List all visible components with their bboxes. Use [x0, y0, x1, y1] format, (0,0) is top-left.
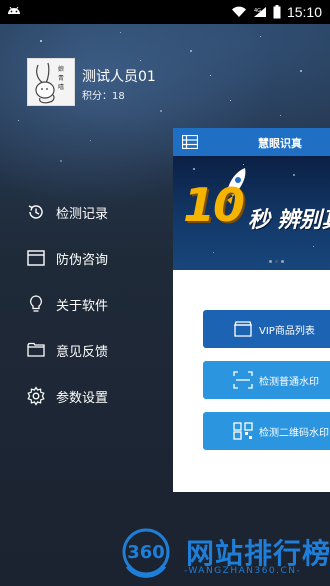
menu-item-label: 意见反馈 — [56, 344, 109, 360]
svg-text:4G: 4G — [254, 8, 261, 14]
menu-item-label: 检测记录 — [56, 206, 109, 222]
username: 测试人员01 — [82, 69, 156, 85]
lightbulb-icon — [30, 295, 42, 312]
points: 积分：18 — [82, 87, 125, 102]
signal-icon: 4G — [253, 7, 266, 17]
detect-qr-watermark-button[interactable]: 检测二维码水印 — [203, 412, 330, 450]
scan-icon — [233, 371, 253, 389]
gear-icon — [27, 386, 45, 406]
wifi-icon — [231, 6, 246, 18]
svg-text:娘: 娘 — [58, 65, 64, 73]
banner-number: 10 — [183, 178, 245, 232]
history-icon — [28, 205, 43, 219]
svg-text:嘻: 嘻 — [58, 83, 64, 91]
banner-text: 秒 辨别真 — [248, 208, 330, 233]
android-icon — [8, 6, 20, 14]
main-title: 慧眼识真 — [258, 137, 302, 150]
points-value: 18 — [112, 91, 125, 102]
detect-qr-watermark-label: 检测二维码水印 — [259, 427, 329, 439]
qr-icon — [233, 422, 253, 440]
rabbit-avatar-icon: 娘 青 嘻 — [28, 59, 74, 105]
window-icon — [27, 250, 45, 266]
points-label: 积分： — [82, 91, 112, 102]
menu-item-label: 参数设置 — [56, 390, 109, 406]
detect-watermark-label: 检测普通水印 — [259, 376, 319, 388]
menu-item-label: 关于软件 — [56, 298, 109, 314]
list-icon[interactable] — [182, 135, 198, 149]
main-header: 慧眼识真 — [173, 128, 330, 156]
svg-text:青: 青 — [58, 74, 64, 82]
carousel-dot — [275, 260, 278, 263]
carousel-dots — [269, 260, 284, 263]
vip-products-button[interactable]: VIP商品列表 — [203, 310, 330, 348]
watermark-logo: 360 — [122, 528, 170, 578]
menu-item-history[interactable]: 检测记录 — [26, 198, 108, 226]
watermark-logo-text: 360 — [127, 542, 165, 563]
detect-watermark-button[interactable]: 检测普通水印 — [203, 361, 330, 399]
promo-banner[interactable]: 10 秒 辨别真 — [173, 156, 330, 270]
menu-item-consult[interactable]: 防伪咨询 — [26, 244, 108, 272]
carousel-dot — [269, 260, 272, 263]
box-icon — [234, 321, 252, 337]
folder-icon — [27, 342, 45, 357]
battery-icon — [273, 5, 281, 19]
status-bar: 4G 15:10 — [0, 0, 330, 24]
menu-item-label: 防伪咨询 — [56, 252, 109, 268]
main-content-panel[interactable]: 慧眼识真 10 秒 辨别真 VIP商品列表 — [173, 128, 330, 492]
vip-products-label: VIP商品列表 — [259, 325, 315, 337]
menu-item-feedback[interactable]: 意见反馈 — [26, 336, 108, 364]
avatar[interactable]: 娘 青 嘻 — [27, 58, 75, 106]
menu-item-about[interactable]: 关于软件 — [26, 290, 108, 318]
clock: 15:10 — [286, 4, 322, 20]
watermark-url: -WANGZHAN360.CN- — [184, 566, 302, 576]
menu-item-settings[interactable]: 参数设置 — [26, 382, 108, 410]
carousel-dot — [281, 260, 284, 263]
